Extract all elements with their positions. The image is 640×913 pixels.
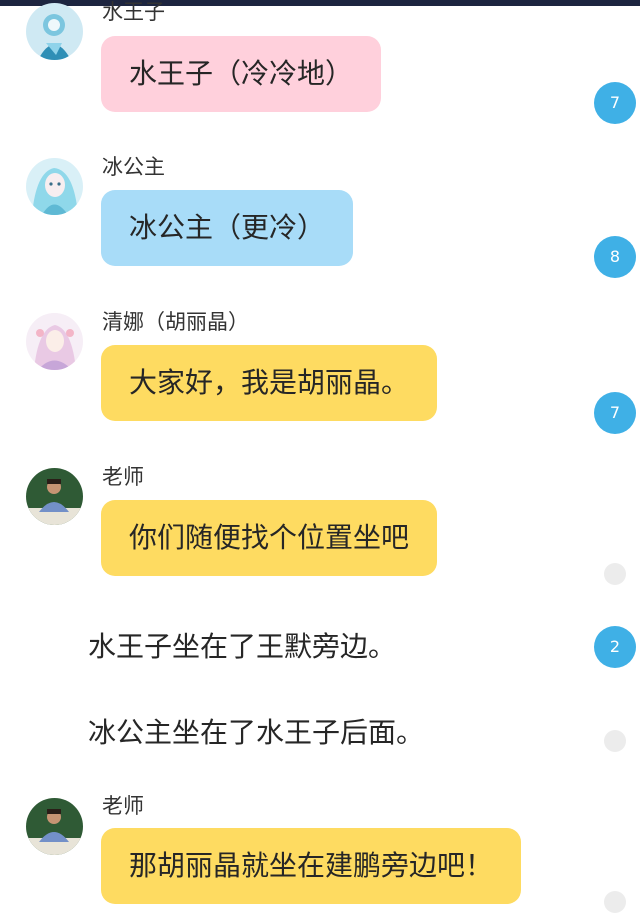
comment-count-badge[interactable] (604, 891, 626, 913)
narration-line: 冰公主坐在了水王子后面。 (0, 706, 640, 766)
comment-count-badge[interactable]: 2 (594, 626, 636, 668)
narration-text[interactable]: 水王子坐在了王默旁边。 (88, 630, 396, 664)
message-bubble[interactable]: 水王子（冷冷地） (101, 36, 382, 112)
chat-feed[interactable]: 水王子 水王子（冷冷地） 7 冰公主 冰公主（更冷） 8 清娜（胡丽晶） 大家好… (0, 0, 640, 913)
comment-count-badge[interactable] (604, 730, 626, 752)
teacher-avatar-icon[interactable] (26, 798, 83, 855)
water-prince-avatar-icon[interactable] (26, 3, 83, 60)
sender-name: 水王子 (102, 0, 165, 24)
sender-name: 老师 (102, 794, 144, 818)
sender-name: 冰公主 (102, 155, 165, 179)
qingna-avatar-icon[interactable] (26, 313, 83, 370)
ice-princess-avatar-icon[interactable] (26, 158, 83, 215)
comment-count-badge[interactable]: 7 (594, 82, 636, 124)
sender-name: 清娜（胡丽晶） (102, 310, 249, 334)
chat-message: 冰公主 冰公主（更冷） 8 (0, 150, 640, 278)
chat-message: 水王子 水王子（冷冷地） 7 (0, 0, 640, 125)
chat-message: 清娜（胡丽晶） 大家好，我是胡丽晶。 7 (0, 305, 640, 434)
chat-message: 老师 那胡丽晶就坐在建鹏旁边吧！ (0, 790, 640, 913)
message-bubble[interactable]: 你们随便找个位置坐吧 (101, 500, 438, 576)
message-bubble[interactable]: 那胡丽晶就坐在建鹏旁边吧！ (101, 828, 522, 904)
message-bubble[interactable]: 冰公主（更冷） (101, 190, 354, 266)
message-bubble[interactable]: 大家好，我是胡丽晶。 (101, 345, 438, 421)
chat-message: 老师 你们随便找个位置坐吧 (0, 460, 640, 585)
teacher-avatar-icon[interactable] (26, 468, 83, 525)
sender-name: 老师 (102, 465, 144, 489)
comment-count-badge[interactable] (604, 563, 626, 585)
comment-count-badge[interactable]: 7 (594, 392, 636, 434)
narration-text[interactable]: 冰公主坐在了水王子后面。 (88, 716, 424, 750)
narration-line: 水王子坐在了王默旁边。 2 (0, 620, 640, 680)
comment-count-badge[interactable]: 8 (594, 236, 636, 278)
